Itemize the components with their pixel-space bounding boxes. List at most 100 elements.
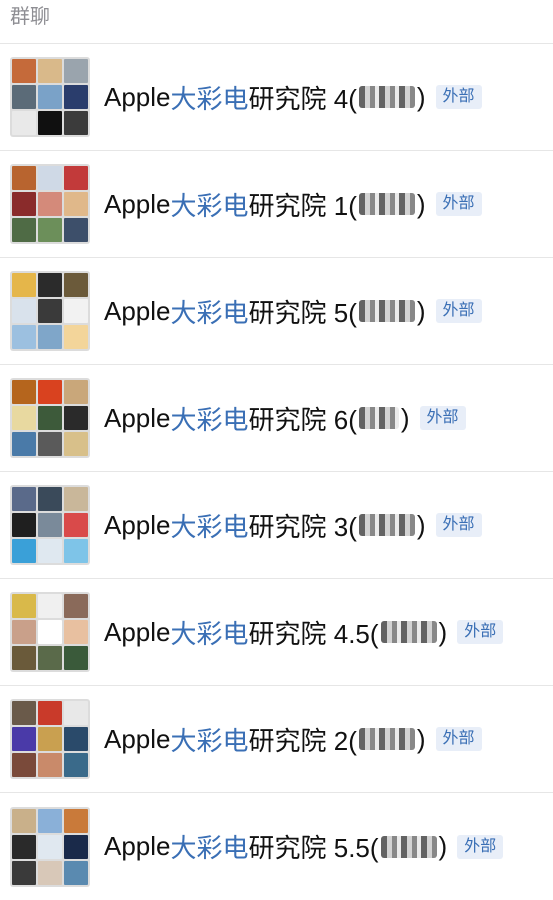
group-name-close: )	[400, 402, 410, 433]
member-avatar-tile	[12, 753, 36, 777]
group-name-close: )	[438, 616, 448, 647]
member-avatar-tile	[12, 539, 36, 563]
redacted-member-count	[358, 300, 415, 322]
external-badge: 外部	[457, 620, 504, 644]
group-name-highlight: 大彩电	[170, 297, 249, 328]
member-avatar-tile	[12, 620, 36, 644]
member-avatar-tile	[38, 299, 62, 323]
member-avatar-tile	[38, 620, 62, 644]
member-avatar-tile	[64, 166, 88, 190]
member-avatar-tile	[38, 432, 62, 456]
group-avatar-grid	[10, 164, 90, 244]
external-badge: 外部	[435, 192, 482, 216]
member-avatar-tile	[64, 380, 88, 404]
member-avatar-tile	[64, 273, 88, 297]
group-name-prefix: Apple	[104, 616, 171, 647]
group-avatar-grid	[10, 271, 90, 351]
member-avatar-tile	[12, 218, 36, 242]
member-avatar-tile	[12, 513, 36, 537]
member-avatar-tile	[12, 85, 36, 109]
member-avatar-tile	[12, 727, 36, 751]
group-name-prefix: Apple	[104, 402, 171, 433]
member-avatar-tile	[38, 834, 62, 859]
group-name-suffix: 研究院 4(	[248, 83, 357, 114]
member-avatar-tile	[38, 273, 62, 297]
group-name-highlight: 大彩电	[170, 83, 249, 114]
section-title-group-chats: 群聊	[0, 0, 553, 44]
member-avatar-tile	[12, 273, 36, 297]
group-name-close: )	[416, 81, 426, 112]
group-chat-row-4[interactable]: Apple 大彩电 研究院 6( ) 外部	[0, 365, 553, 472]
member-avatar-tile	[64, 192, 88, 216]
group-chat-row-6[interactable]: Apple 大彩电 研究院 4.5( ) 外部	[0, 579, 553, 686]
group-chat-row-3[interactable]: Apple 大彩电 研究院 5( ) 外部	[0, 258, 553, 365]
group-chat-row-5[interactable]: Apple 大彩电 研究院 3( ) 外部	[0, 472, 553, 579]
group-name-prefix: Apple	[104, 723, 171, 754]
group-name-suffix: 研究院 1(	[248, 190, 357, 221]
group-avatar-grid	[10, 485, 90, 565]
member-avatar-tile	[64, 432, 88, 456]
member-avatar-tile	[12, 166, 36, 190]
group-name: Apple 大彩电 研究院 4( ) 外部	[104, 79, 482, 116]
member-avatar-tile	[12, 59, 36, 83]
member-avatar-tile	[12, 380, 36, 404]
group-chat-row-2[interactable]: Apple 大彩电 研究院 1( ) 外部	[0, 151, 553, 258]
member-avatar-tile	[38, 727, 62, 751]
group-name: Apple 大彩电 研究院 1( ) 外部	[104, 186, 482, 223]
member-avatar-tile	[64, 539, 88, 563]
group-chat-row-1[interactable]: Apple 大彩电 研究院 4( ) 外部	[0, 44, 553, 151]
group-avatar-grid	[10, 378, 90, 458]
member-avatar-tile	[12, 111, 36, 135]
group-name-suffix: 研究院 4.5(	[248, 618, 379, 649]
member-avatar-tile	[12, 701, 36, 725]
member-avatar-tile	[12, 192, 36, 216]
member-avatar-tile	[38, 111, 62, 135]
member-avatar-tile	[12, 487, 36, 511]
member-avatar-tile	[64, 620, 88, 644]
group-avatar-grid	[10, 699, 90, 779]
external-badge: 外部	[435, 513, 482, 537]
group-name-close: )	[438, 831, 448, 861]
group-name-prefix: Apple	[104, 509, 171, 540]
redacted-member-count	[358, 193, 415, 215]
member-avatar-tile	[38, 594, 62, 618]
group-chat-row-8[interactable]: Apple 大彩电 研究院 5.5( ) 外部	[0, 793, 553, 900]
group-chat-row-7[interactable]: Apple 大彩电 研究院 2( ) 外部	[0, 686, 553, 793]
group-name-prefix: Apple	[104, 295, 171, 326]
member-avatar-tile	[64, 59, 88, 83]
member-avatar-tile	[38, 406, 62, 430]
member-avatar-tile	[12, 432, 36, 456]
member-avatar-tile	[64, 513, 88, 537]
member-avatar-tile	[64, 727, 88, 751]
group-name-highlight: 大彩电	[170, 404, 249, 435]
member-avatar-tile	[38, 701, 62, 725]
group-name-prefix: Apple	[104, 81, 171, 112]
group-name-suffix: 研究院 5.5(	[248, 833, 379, 863]
member-avatar-tile	[64, 594, 88, 618]
member-avatar-tile	[12, 594, 36, 618]
group-name: Apple 大彩电 研究院 2( ) 外部	[104, 721, 482, 758]
member-avatar-tile	[38, 380, 62, 404]
member-avatar-tile	[38, 166, 62, 190]
member-avatar-tile	[38, 539, 62, 563]
member-avatar-tile	[64, 487, 88, 511]
group-name-suffix: 研究院 6(	[248, 404, 357, 435]
member-avatar-tile	[38, 513, 62, 537]
redacted-member-count	[358, 728, 415, 750]
external-badge: 外部	[457, 834, 504, 859]
member-avatar-tile	[38, 487, 62, 511]
member-avatar-tile	[12, 808, 36, 833]
group-avatar-grid	[10, 57, 90, 137]
group-name-highlight: 大彩电	[170, 190, 249, 221]
member-avatar-tile	[64, 646, 88, 670]
redacted-member-count	[380, 621, 437, 643]
member-avatar-tile	[38, 753, 62, 777]
group-name-suffix: 研究院 5(	[248, 297, 357, 328]
group-name-highlight: 大彩电	[170, 618, 249, 649]
group-name-prefix: Apple	[104, 831, 171, 861]
member-avatar-tile	[12, 325, 36, 349]
member-avatar-tile	[64, 85, 88, 109]
group-name: Apple 大彩电 研究院 5.5( ) 外部	[104, 828, 504, 865]
redacted-member-count	[380, 835, 437, 858]
redacted-member-count	[358, 407, 399, 429]
